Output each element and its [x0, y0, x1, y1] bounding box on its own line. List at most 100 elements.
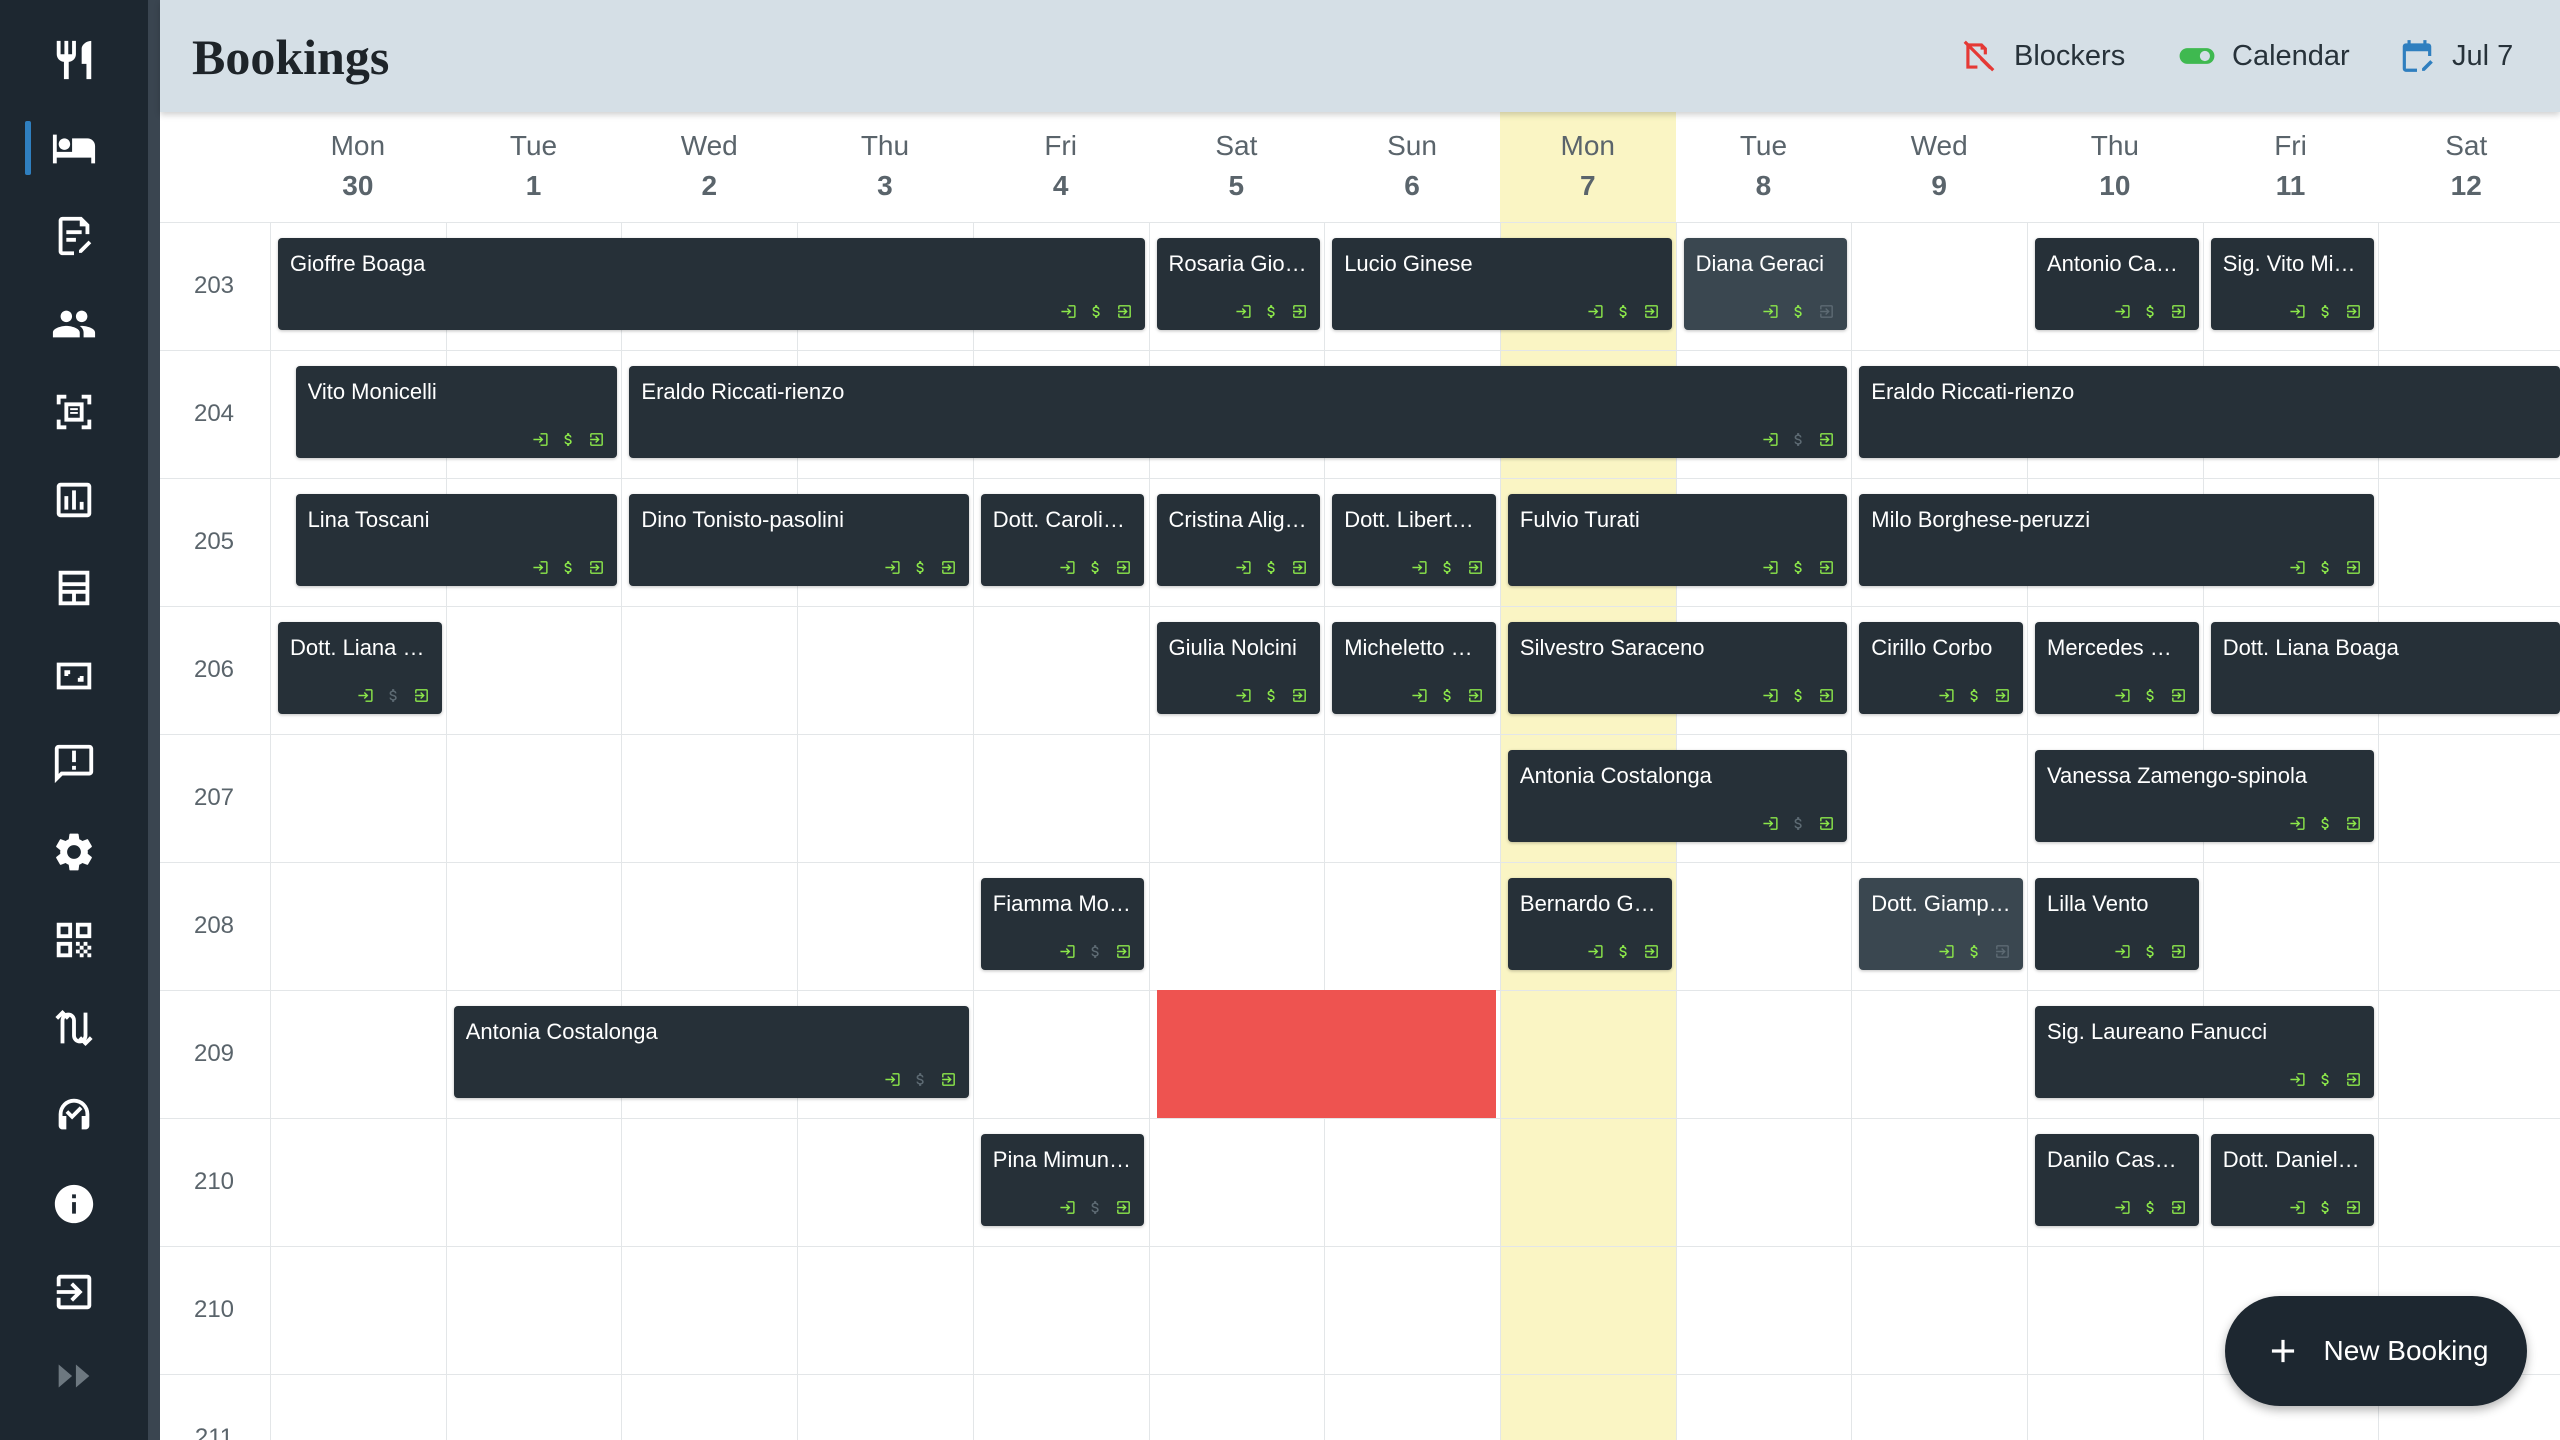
booking-card[interactable]: Vito Monicelli	[295, 366, 618, 458]
nav-integrations[interactable]	[0, 996, 148, 1060]
booking-card[interactable]: Mercedes Ri…	[2035, 622, 2199, 714]
booking-card[interactable]: Dott. Liana Bo…	[278, 622, 442, 714]
booking-guest-name: Vito Monicelli	[307, 379, 437, 404]
booking-card[interactable]: Giulia Nolcini	[1156, 622, 1321, 714]
check-in-icon	[2290, 305, 2305, 318]
blocker-block[interactable]	[1156, 990, 1496, 1118]
booking-card[interactable]: Lilla Vento	[2035, 878, 2199, 970]
booking-card[interactable]: Antonia Costalonga	[453, 1006, 969, 1098]
payment-dollar-icon	[1443, 561, 1451, 574]
booking-card[interactable]: Eraldo Riccati-rienzo	[629, 366, 1848, 458]
booking-card[interactable]: Micheletto …	[1332, 622, 1496, 714]
hotel-bed-icon	[52, 134, 96, 164]
day-header: Sat 5	[1149, 130, 1325, 202]
plus-icon	[2271, 1339, 2294, 1363]
booking-card[interactable]: Fiamma Mo…	[980, 878, 1145, 970]
check-in-icon	[533, 433, 548, 446]
booking-status-icons	[532, 431, 605, 448]
day-number: 6	[1404, 170, 1420, 201]
booking-card[interactable]: Antonio Cav…	[2035, 238, 2199, 330]
day-number: 4	[1052, 170, 1069, 201]
check-in-icon	[885, 1073, 900, 1086]
booking-card[interactable]: Cirillo Corbo	[1859, 622, 2023, 714]
booking-card[interactable]: Dott. Daniel…	[2210, 1134, 2375, 1226]
nav-reports[interactable]	[0, 468, 148, 532]
nav-restaurant[interactable]	[0, 28, 148, 92]
payment-dollar-icon	[2146, 305, 2154, 318]
grid-row-line	[160, 222, 2560, 223]
nav-info[interactable]	[0, 1172, 148, 1236]
booking-card[interactable]: Lina Toscani	[295, 494, 618, 586]
booking-card[interactable]: Bernardo Ga…	[1507, 878, 1672, 970]
nav-invoices[interactable]	[0, 204, 148, 268]
booking-card[interactable]: Cristina Alig…	[1156, 494, 1321, 586]
booking-card[interactable]: Eraldo Riccati-rienzo	[1859, 366, 2560, 458]
day-header: Thu 10	[2027, 130, 2203, 202]
booking-guest-name: Cirillo Corbo	[1871, 635, 1993, 660]
booking-status-icons	[1059, 559, 1132, 576]
check-out-icon	[941, 561, 955, 574]
booking-card[interactable]: Lucio Ginese	[1332, 238, 1672, 330]
booking-card[interactable]: Sig. Vito Mi…	[2210, 238, 2375, 330]
booking-card[interactable]: Dott. Giamp…	[1859, 878, 2023, 970]
booking-status-icons	[2289, 815, 2362, 832]
booking-card[interactable]: Vanessa Zamengo-spinola	[2035, 750, 2375, 842]
booking-guest-name: Fiamma Mo…	[992, 891, 1131, 916]
date-picker-button[interactable]: Jul 7	[2398, 32, 2513, 80]
day-name: Mon	[1560, 130, 1615, 161]
booking-card[interactable]: Dino Tonisto-pasolini	[629, 494, 969, 586]
photo-frame-icon	[56, 662, 92, 690]
nav-feedback[interactable]	[0, 732, 148, 796]
blockers-toggle-button[interactable]: Blockers	[1960, 32, 2125, 80]
grid-column-line	[621, 222, 623, 1440]
booking-status-icons	[1762, 815, 1835, 832]
nav-rooms[interactable]	[0, 556, 148, 620]
day-name: Sat	[2445, 130, 2488, 161]
booking-card[interactable]: Danilo Casal…	[2035, 1134, 2199, 1226]
check-in-icon	[2115, 689, 2130, 702]
booking-guest-name: Antonia Costalonga	[1519, 763, 1712, 788]
nav-settings[interactable]	[0, 820, 148, 884]
booking-card[interactable]: Gioffre Boaga	[278, 238, 1145, 330]
payment-dollar-icon	[2321, 305, 2330, 318]
booking-status-icons	[2289, 303, 2362, 320]
check-out-icon	[1820, 561, 1834, 574]
calendar-toggle-button[interactable]: Calendar	[2178, 32, 2350, 80]
check-in-icon	[1060, 305, 1076, 318]
booking-guest-name: Micheletto …	[1344, 635, 1473, 660]
nav-documents[interactable]	[0, 380, 148, 444]
payment-dollar-icon	[1267, 305, 1275, 318]
check-in-icon	[2290, 1073, 2305, 1086]
booking-card[interactable]: Fulvio Turati	[1507, 494, 1848, 586]
day-number: 8	[1755, 170, 1772, 201]
booking-card[interactable]: Dott. Carolin…	[980, 494, 1145, 586]
nav-support[interactable]	[0, 1084, 148, 1148]
nav-expand[interactable]	[0, 1344, 148, 1408]
booking-card[interactable]: Pina Mimun-…	[980, 1134, 1145, 1226]
check-out-icon	[2347, 1073, 2361, 1086]
grid-row-line	[160, 606, 2560, 607]
nav-gallery[interactable]	[0, 644, 148, 708]
booking-guest-name: Dott. Liana Bo…	[290, 635, 430, 660]
booking-status-icons	[1059, 1199, 1132, 1216]
booking-card[interactable]: Diana Geraci	[1683, 238, 1848, 330]
day-number: 5	[1228, 170, 1245, 201]
booking-card[interactable]: Dott. Liberto…	[1332, 494, 1496, 586]
room-label: 210	[193, 1168, 235, 1195]
nav-bookings[interactable]	[0, 116, 148, 180]
payment-dollar-icon	[1619, 945, 1627, 958]
booking-card[interactable]: Sig. Laureano Fanucci	[2035, 1006, 2375, 1098]
check-out-icon	[1644, 305, 1658, 318]
booking-card[interactable]: Antonia Costalonga	[1507, 750, 1848, 842]
new-booking-button[interactable]: New Booking	[2225, 1296, 2527, 1406]
payment-dollar-icon	[1794, 433, 1802, 446]
booking-card[interactable]: Silvestro Saraceno	[1507, 622, 1848, 714]
booking-card[interactable]: Dott. Liana Boaga	[2210, 622, 2560, 714]
nav-guests[interactable]	[0, 292, 148, 356]
nav-qr[interactable]	[0, 908, 148, 972]
check-in-icon	[1236, 689, 1251, 702]
booking-card[interactable]: Rosaria Giov…	[1156, 238, 1321, 330]
nav-logout[interactable]	[0, 1260, 148, 1324]
booking-card[interactable]: Milo Borghese-peruzzi	[1859, 494, 2375, 586]
payment-dollar-icon	[564, 561, 573, 574]
